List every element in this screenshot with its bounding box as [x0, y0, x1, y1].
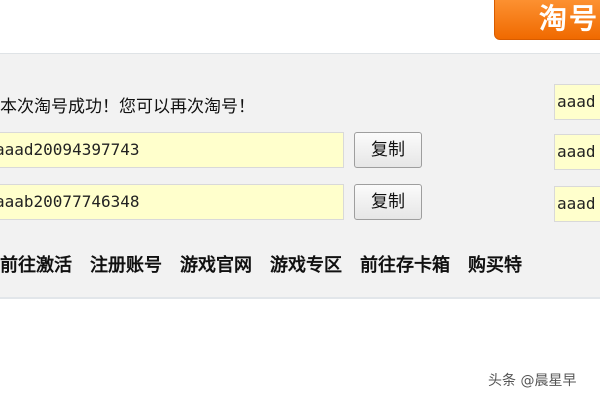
link-game-zone[interactable]: 游戏专区 [270, 251, 342, 277]
link-official-site[interactable]: 游戏官网 [180, 251, 252, 277]
side-account-field-2[interactable]: aaad [554, 134, 600, 170]
copy-button-1[interactable]: 复制 [354, 132, 422, 168]
link-activate[interactable]: 前往激活 [0, 251, 72, 277]
link-card-box[interactable]: 前往存卡箱 [360, 251, 450, 277]
tao-button[interactable]: 淘号 [494, 0, 600, 40]
side-account-field-1[interactable]: aaad [554, 84, 600, 120]
copy-button-2[interactable]: 复制 [354, 184, 422, 220]
link-register[interactable]: 注册账号 [90, 251, 162, 277]
quick-links: 前往激活 注册账号 游戏官网 游戏专区 前往存卡箱 购买特 [0, 251, 522, 277]
watermark: 头条 @晨星早 [488, 373, 577, 389]
account-field-2[interactable]: aaab20077746348 [0, 184, 344, 220]
side-account-field-3[interactable]: aaad [554, 186, 600, 222]
success-message: 本次淘号成功！您可以再次淘号！ [0, 97, 255, 117]
link-buy[interactable]: 购买特 [468, 251, 522, 277]
account-field-1[interactable]: aaad20094397743 [0, 132, 344, 168]
